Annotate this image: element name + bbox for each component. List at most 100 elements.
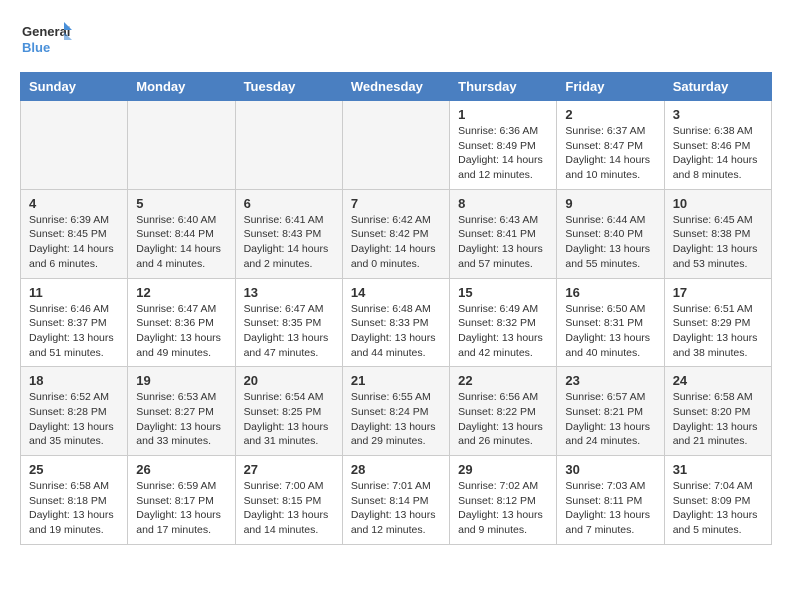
day-info: Sunrise: 7:00 AM Sunset: 8:15 PM Dayligh… [244, 479, 334, 538]
calendar-day-cell: 22Sunrise: 6:56 AM Sunset: 8:22 PM Dayli… [450, 367, 557, 456]
calendar-week-row: 18 Sunrise: 6:52 AM Sunset: 8:28 PM Dayli… [21, 367, 772, 456]
day-number: 5 [136, 196, 226, 211]
day-number: 17 [673, 285, 763, 300]
day-info: Sunrise: 6:51 AM Sunset: 8:29 PM Dayligh… [673, 302, 763, 361]
logo-svg: General Blue [20, 20, 72, 56]
day-info: Sunrise: 6:38 AM Sunset: 8:46 PM Dayligh… [673, 124, 763, 183]
calendar-day-cell: 4 Sunrise: 6:39 AM Sunset: 8:45 PM Daylig… [21, 189, 128, 278]
calendar-day-cell: 11Sunrise: 6:46 AM Sunset: 8:37 PM Dayli… [21, 278, 128, 367]
calendar-day-cell: 24 Sunrise: 6:58 AM Sunset: 8:20 PM Dayli… [664, 367, 771, 456]
day-number: 24 [673, 373, 763, 388]
weekday-header: Friday [557, 73, 664, 101]
day-number: 10 [673, 196, 763, 211]
calendar-day-cell: 25Sunrise: 6:58 AM Sunset: 8:18 PM Dayli… [21, 456, 128, 545]
calendar-day-cell: 19 Sunrise: 6:53 AM Sunset: 8:27 PM Dayli… [128, 367, 235, 456]
calendar-day-cell: 1 Sunrise: 6:36 AM Sunset: 8:49 PM Daylig… [450, 101, 557, 190]
calendar-day-cell: 17 Sunrise: 6:51 AM Sunset: 8:29 PM Dayli… [664, 278, 771, 367]
calendar-day-cell [235, 101, 342, 190]
svg-text:General: General [22, 24, 70, 39]
day-number: 18 [29, 373, 119, 388]
calendar-day-cell: 27 Sunrise: 7:00 AM Sunset: 8:15 PM Dayli… [235, 456, 342, 545]
weekday-header: Monday [128, 73, 235, 101]
calendar-day-cell [342, 101, 449, 190]
day-number: 6 [244, 196, 334, 211]
day-number: 13 [244, 285, 334, 300]
day-number: 1 [458, 107, 548, 122]
day-info: Sunrise: 6:52 AM Sunset: 8:28 PM Dayligh… [29, 390, 119, 449]
day-number: 30 [565, 462, 655, 477]
day-number: 21 [351, 373, 441, 388]
calendar-week-row: 1 Sunrise: 6:36 AM Sunset: 8:49 PM Daylig… [21, 101, 772, 190]
calendar-day-cell: 13Sunrise: 6:47 AM Sunset: 8:35 PM Dayli… [235, 278, 342, 367]
page-header: General Blue [20, 20, 772, 56]
calendar-week-row: 4 Sunrise: 6:39 AM Sunset: 8:45 PM Daylig… [21, 189, 772, 278]
weekday-header: Tuesday [235, 73, 342, 101]
day-number: 2 [565, 107, 655, 122]
calendar-day-cell: 18 Sunrise: 6:52 AM Sunset: 8:28 PM Dayli… [21, 367, 128, 456]
day-number: 27 [244, 462, 334, 477]
svg-text:Blue: Blue [22, 40, 50, 55]
day-info: Sunrise: 7:01 AM Sunset: 8:14 PM Dayligh… [351, 479, 441, 538]
calendar-day-cell: 6Sunrise: 6:41 AM Sunset: 8:43 PM Daylig… [235, 189, 342, 278]
calendar-day-cell: 8Sunrise: 6:43 AM Sunset: 8:41 PM Daylig… [450, 189, 557, 278]
calendar-day-cell: 7 Sunrise: 6:42 AM Sunset: 8:42 PM Daylig… [342, 189, 449, 278]
weekday-header: Wednesday [342, 73, 449, 101]
weekday-header: Saturday [664, 73, 771, 101]
calendar-day-cell: 26 Sunrise: 6:59 AM Sunset: 8:17 PM Dayli… [128, 456, 235, 545]
day-info: Sunrise: 7:02 AM Sunset: 8:12 PM Dayligh… [458, 479, 548, 538]
weekday-header: Sunday [21, 73, 128, 101]
day-number: 19 [136, 373, 226, 388]
day-number: 29 [458, 462, 548, 477]
calendar-day-cell: 12 Sunrise: 6:47 AM Sunset: 8:36 PM Dayli… [128, 278, 235, 367]
day-number: 9 [565, 196, 655, 211]
day-info: Sunrise: 7:03 AM Sunset: 8:11 PM Dayligh… [565, 479, 655, 538]
day-info: Sunrise: 6:39 AM Sunset: 8:45 PM Dayligh… [29, 213, 119, 272]
day-info: Sunrise: 6:53 AM Sunset: 8:27 PM Dayligh… [136, 390, 226, 449]
day-number: 22 [458, 373, 548, 388]
day-info: Sunrise: 6:58 AM Sunset: 8:18 PM Dayligh… [29, 479, 119, 538]
day-number: 16 [565, 285, 655, 300]
logo: General Blue [20, 20, 72, 56]
calendar-day-cell: 20Sunrise: 6:54 AM Sunset: 8:25 PM Dayli… [235, 367, 342, 456]
calendar-day-cell [128, 101, 235, 190]
day-info: Sunrise: 6:58 AM Sunset: 8:20 PM Dayligh… [673, 390, 763, 449]
calendar-day-cell: 31Sunrise: 7:04 AM Sunset: 8:09 PM Dayli… [664, 456, 771, 545]
day-info: Sunrise: 6:45 AM Sunset: 8:38 PM Dayligh… [673, 213, 763, 272]
calendar-day-cell [21, 101, 128, 190]
day-info: Sunrise: 6:47 AM Sunset: 8:36 PM Dayligh… [136, 302, 226, 361]
day-number: 20 [244, 373, 334, 388]
day-number: 8 [458, 196, 548, 211]
calendar-day-cell: 16 Sunrise: 6:50 AM Sunset: 8:31 PM Dayli… [557, 278, 664, 367]
day-number: 12 [136, 285, 226, 300]
day-number: 23 [565, 373, 655, 388]
day-number: 28 [351, 462, 441, 477]
day-number: 7 [351, 196, 441, 211]
day-number: 3 [673, 107, 763, 122]
calendar-day-cell: 9 Sunrise: 6:44 AM Sunset: 8:40 PM Daylig… [557, 189, 664, 278]
day-info: Sunrise: 6:36 AM Sunset: 8:49 PM Dayligh… [458, 124, 548, 183]
day-number: 15 [458, 285, 548, 300]
day-info: Sunrise: 6:57 AM Sunset: 8:21 PM Dayligh… [565, 390, 655, 449]
calendar-table: SundayMondayTuesdayWednesdayThursdayFrid… [20, 72, 772, 545]
calendar-day-cell: 10 Sunrise: 6:45 AM Sunset: 8:38 PM Dayli… [664, 189, 771, 278]
calendar-day-cell: 30 Sunrise: 7:03 AM Sunset: 8:11 PM Dayli… [557, 456, 664, 545]
day-number: 4 [29, 196, 119, 211]
day-info: Sunrise: 6:55 AM Sunset: 8:24 PM Dayligh… [351, 390, 441, 449]
calendar-day-cell: 15Sunrise: 6:49 AM Sunset: 8:32 PM Dayli… [450, 278, 557, 367]
day-info: Sunrise: 6:50 AM Sunset: 8:31 PM Dayligh… [565, 302, 655, 361]
day-number: 11 [29, 285, 119, 300]
day-number: 26 [136, 462, 226, 477]
day-info: Sunrise: 6:42 AM Sunset: 8:42 PM Dayligh… [351, 213, 441, 272]
day-info: Sunrise: 6:59 AM Sunset: 8:17 PM Dayligh… [136, 479, 226, 538]
weekday-header: Thursday [450, 73, 557, 101]
calendar-day-cell: 14 Sunrise: 6:48 AM Sunset: 8:33 PM Dayli… [342, 278, 449, 367]
calendar-week-row: 11Sunrise: 6:46 AM Sunset: 8:37 PM Dayli… [21, 278, 772, 367]
day-info: Sunrise: 6:44 AM Sunset: 8:40 PM Dayligh… [565, 213, 655, 272]
calendar-day-cell: 5Sunrise: 6:40 AM Sunset: 8:44 PM Daylig… [128, 189, 235, 278]
day-number: 14 [351, 285, 441, 300]
calendar-day-cell: 23 Sunrise: 6:57 AM Sunset: 8:21 PM Dayli… [557, 367, 664, 456]
day-info: Sunrise: 6:48 AM Sunset: 8:33 PM Dayligh… [351, 302, 441, 361]
calendar-day-cell: 3 Sunrise: 6:38 AM Sunset: 8:46 PM Daylig… [664, 101, 771, 190]
day-info: Sunrise: 7:04 AM Sunset: 8:09 PM Dayligh… [673, 479, 763, 538]
calendar-day-cell: 21 Sunrise: 6:55 AM Sunset: 8:24 PM Dayli… [342, 367, 449, 456]
